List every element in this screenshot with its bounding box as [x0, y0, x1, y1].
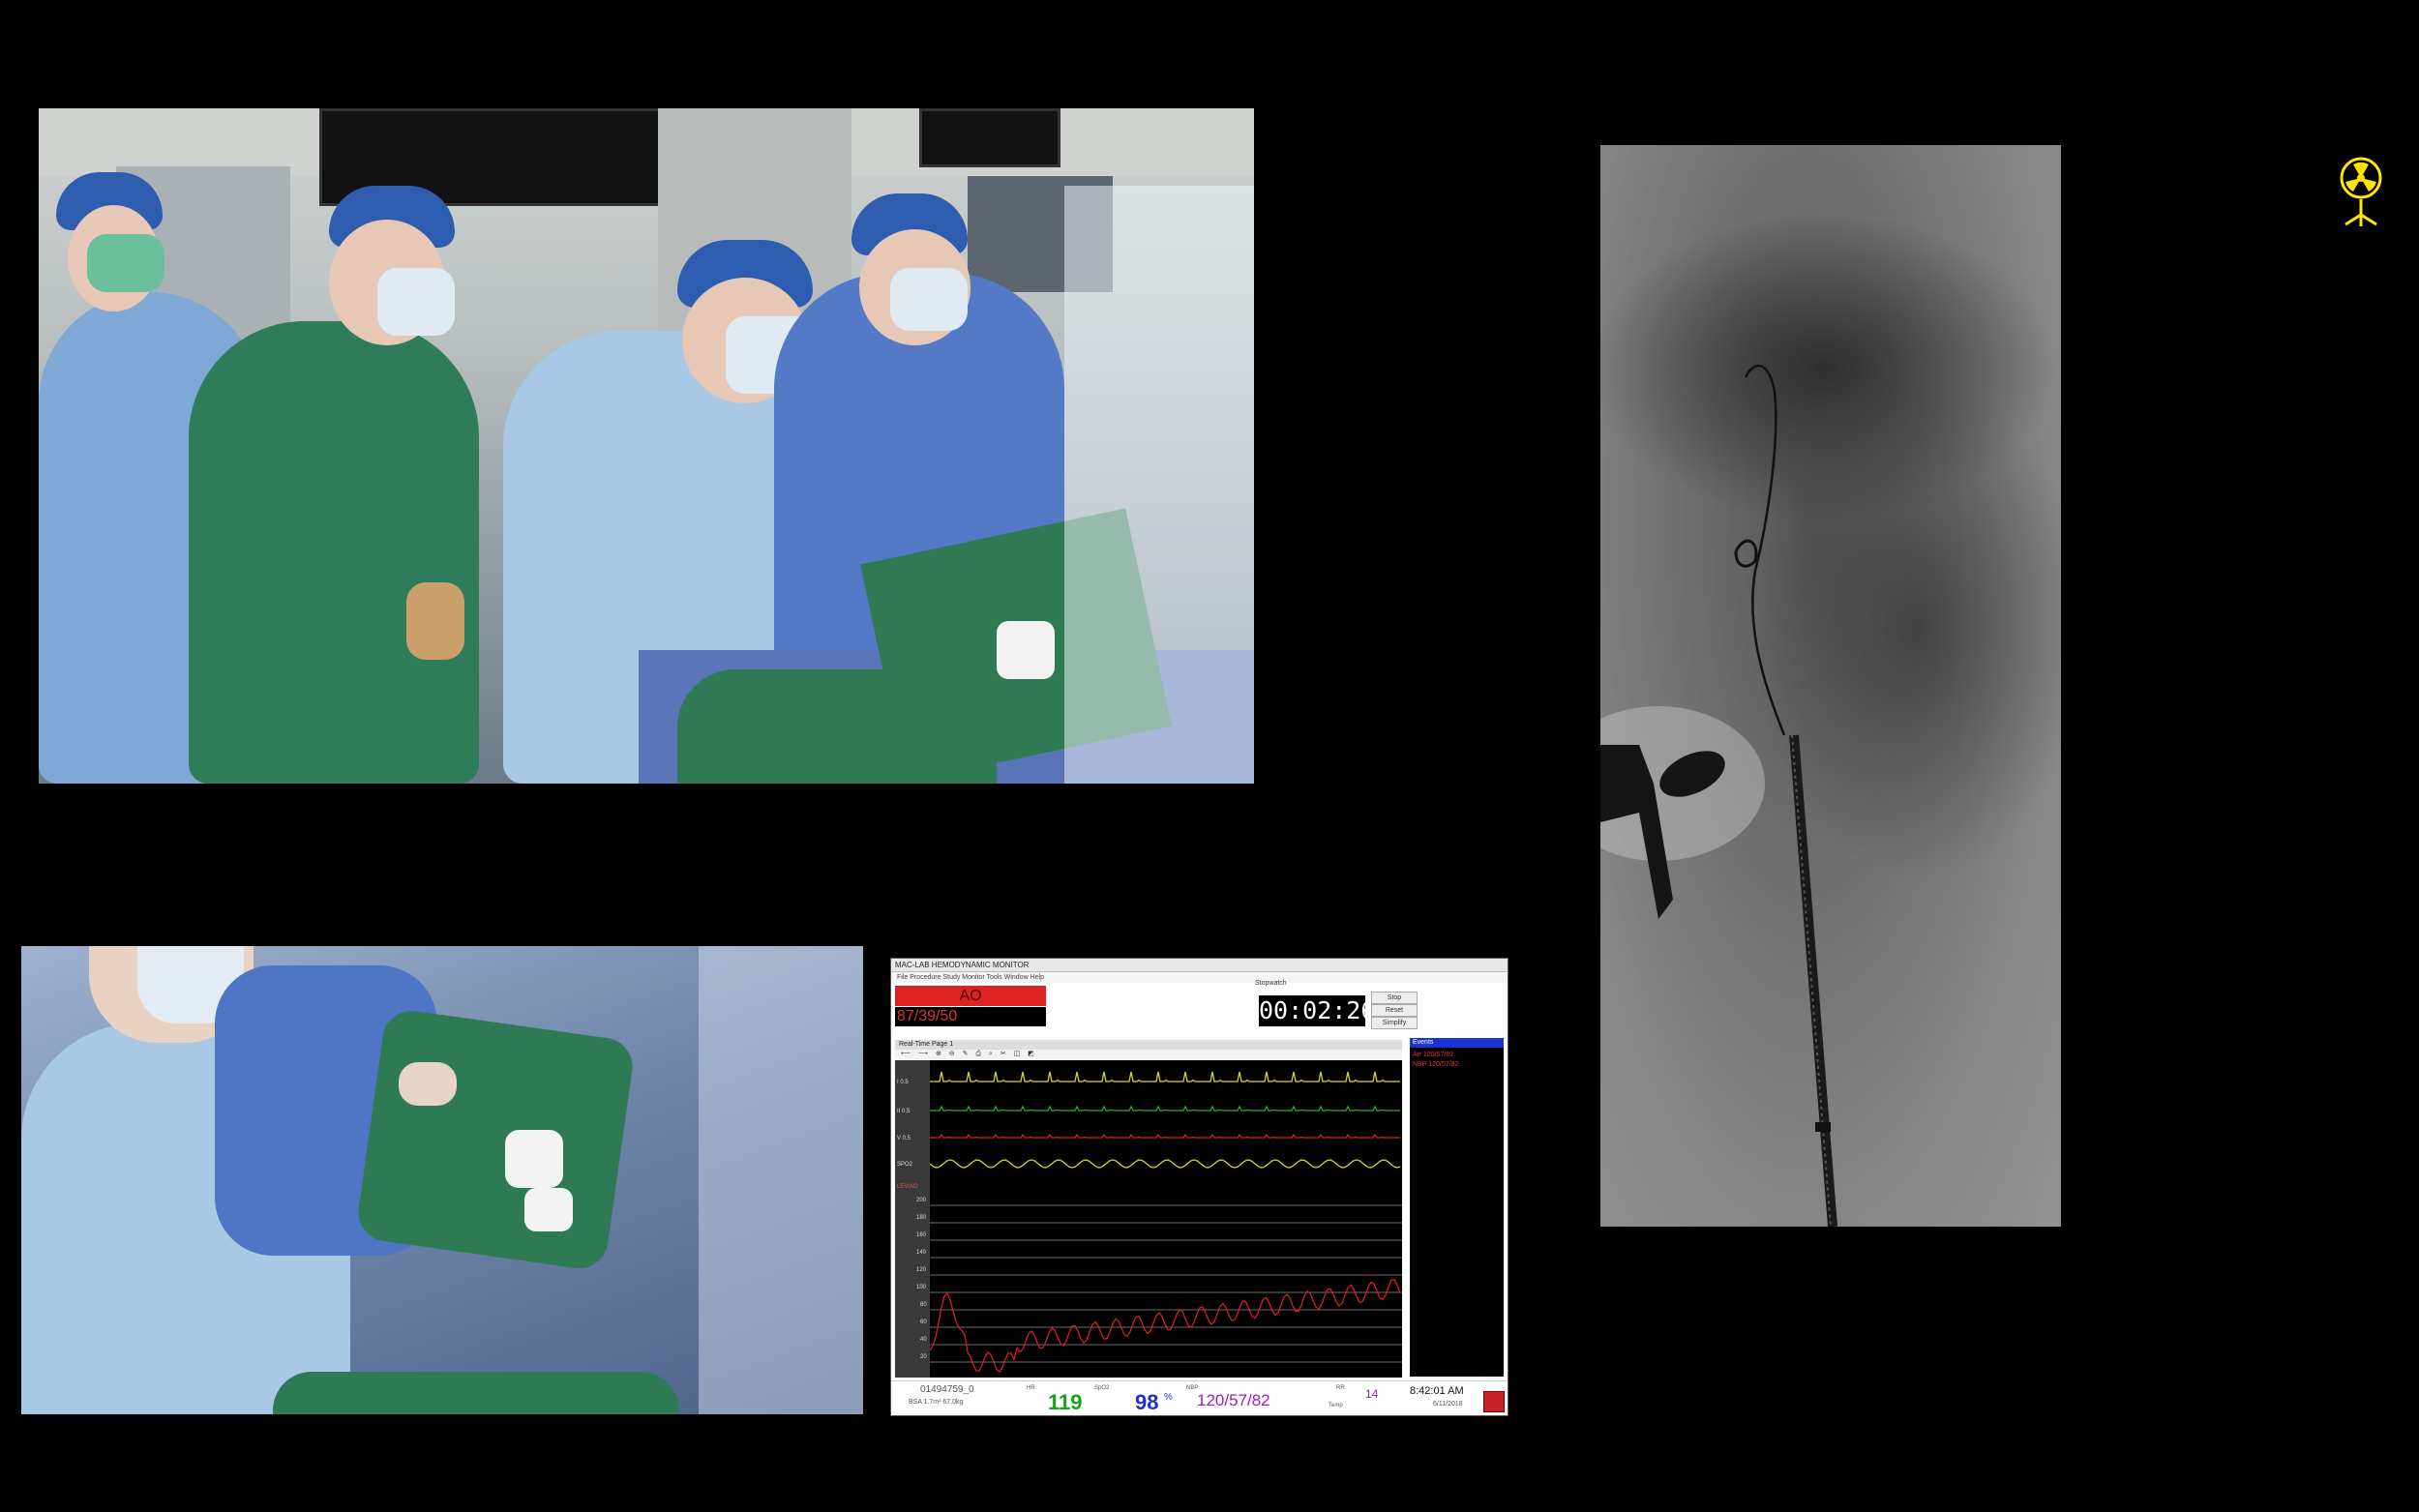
events-panel[interactable]: Events Art 120/57/82 NBP 120/57/82 [1410, 1038, 1504, 1377]
channel-label-1: I 0.5 [897, 1080, 909, 1085]
event-item-2[interactable]: NBP 120/57/82 [1413, 1061, 1458, 1068]
scale-60: 60 [920, 1319, 927, 1325]
scale-120: 120 [916, 1267, 927, 1273]
patient-id: 01494759_0 [920, 1384, 974, 1395]
stopwatch-display: 00:02:26 [1259, 995, 1376, 1026]
overhead-monitor-right [919, 108, 1060, 167]
or-camera-feed-main [39, 108, 1254, 784]
scale-40: 40 [920, 1337, 927, 1343]
waveform-svg [929, 1071, 1402, 1373]
waveform-area [895, 1060, 1402, 1378]
scale-140: 140 [916, 1250, 927, 1256]
spo2-unit: % [1164, 1392, 1173, 1403]
waveform-toolbar[interactable]: ⟵ ⟶ ⊕ ⊖ ✎ ⎙ ⌕ ✂ ◫ ◩ [895, 1050, 1402, 1059]
radiation-warning-icon [2332, 155, 2390, 228]
hemo-menu-bar[interactable]: File Procedure Study Monitor Tools Windo… [891, 972, 1508, 983]
temp-value: 14 [1365, 1387, 1379, 1401]
scale-100: 100 [916, 1285, 927, 1290]
channel-label-column: I 0.5 II 0.5 V 0.5 SPO2 LEV/AO 200 180 1… [895, 1060, 930, 1378]
rr-label: RR [1336, 1385, 1345, 1391]
clock-time: 8:42:01 AM [1410, 1385, 1464, 1397]
fluoroscopy-image [1600, 145, 2061, 1227]
plastic-shield-closeup [699, 946, 863, 1414]
channel-label-3: V 0.5 [897, 1136, 911, 1141]
temp-label: Temp [1329, 1403, 1343, 1408]
record-icon[interactable] [1483, 1391, 1505, 1412]
hr-label: HR [1027, 1385, 1035, 1391]
event-item-1[interactable]: Art 120/57/82 [1413, 1052, 1453, 1058]
operator-right-mask [890, 268, 968, 331]
staff-green-gown [189, 321, 479, 784]
stopwatch-label: Stopwatch [1255, 980, 1287, 987]
stopwatch-simplify-button[interactable]: Simplify [1371, 1017, 1418, 1029]
gauze-closeup-2 [524, 1188, 573, 1231]
scale-200: 200 [916, 1198, 927, 1203]
gloved-hands [406, 582, 464, 660]
vitals-footer: 01494759_0 BSA 1.7m² 67.0kg HR 119 SpO2 … [891, 1380, 1508, 1415]
channel-label-4: SPO2 [897, 1162, 913, 1168]
spo2-pleth-trace [929, 1159, 1401, 1169]
sheath-marker-band [1815, 1122, 1831, 1132]
plastic-shield [1064, 186, 1254, 784]
scale-80: 80 [920, 1302, 927, 1308]
waveform-panel-title: Real-Time Page 1 [895, 1040, 1402, 1050]
staff-green-mask [377, 268, 455, 336]
scale-160: 160 [916, 1232, 927, 1238]
staff-left-mask [87, 234, 164, 292]
ecg-lead-2-trace [930, 1105, 1400, 1112]
ecg-lead-1-trace [930, 1071, 1400, 1082]
stopwatch-reset-button[interactable]: Reset [1371, 1004, 1418, 1017]
gauze [997, 621, 1055, 679]
arterial-pressure-trace [929, 1279, 1401, 1373]
scale-180: 180 [916, 1215, 927, 1221]
or-camera-feed-closeup [21, 946, 863, 1414]
ecg-lead-v-trace [930, 1133, 1400, 1139]
green-drape-closeup [354, 1007, 637, 1272]
pressure-gridlines [930, 1204, 1402, 1363]
spo2-label: SpO2 [1094, 1385, 1110, 1391]
nbp-value: 120/57/82 [1197, 1391, 1270, 1409]
clock-date: 6/11/2018 [1433, 1401, 1463, 1408]
gauze-closeup-1 [505, 1130, 563, 1188]
hemodynamic-monitor-window[interactable]: MAC-LAB HEMODYNAMIC MONITOR File Procedu… [890, 958, 1508, 1416]
stopwatch-stop-button[interactable]: Stop [1371, 992, 1418, 1004]
scale-20: 20 [920, 1354, 927, 1360]
hr-value: 119 [1048, 1390, 1083, 1414]
gloved-hand-closeup [399, 1062, 457, 1106]
channel-label-2: II 0.5 [897, 1109, 911, 1114]
hemo-title-bar: MAC-LAB HEMODYNAMIC MONITOR [891, 959, 1508, 972]
patient-bsa-weight: BSA 1.7m² 67.0kg [909, 1399, 964, 1406]
events-header: Events [1410, 1038, 1504, 1048]
channel-label-5: LEV/AO [897, 1184, 918, 1190]
pressure-site-value: 87/39/50 [895, 1007, 1046, 1026]
pressure-site-label: AO [895, 986, 1046, 1006]
fluoro-svg [1600, 145, 2061, 1227]
spo2-value: 98 [1135, 1390, 1159, 1414]
lower-drape-closeup [273, 1372, 679, 1414]
